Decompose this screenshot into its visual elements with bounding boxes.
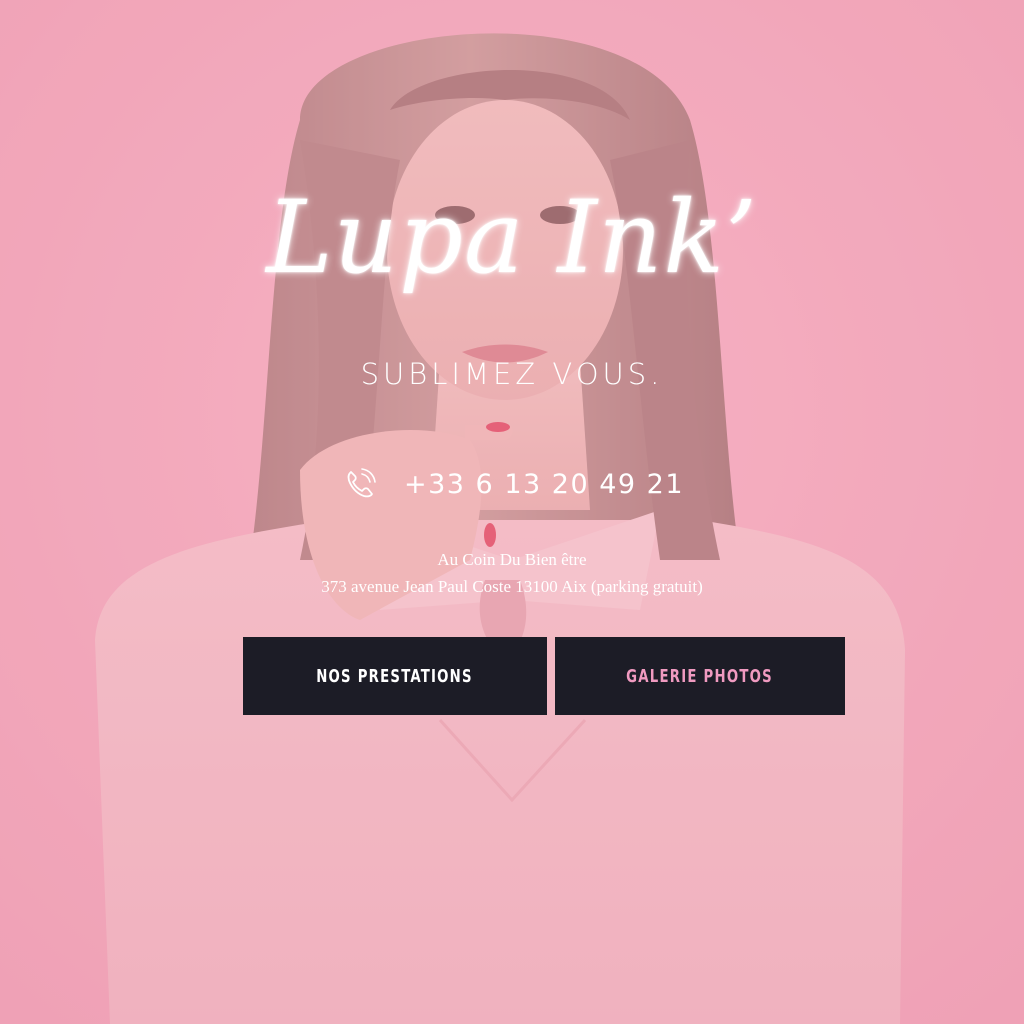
hero-section: Lupa Ink’ SUBLIMEZ VOUS. +33 6 13 20 49 … (0, 0, 1024, 1024)
address-line-2: 373 avenue Jean Paul Coste 13100 Aix (pa… (321, 577, 703, 596)
galerie-photos-button[interactable]: GALERIE PHOTOS (555, 637, 845, 715)
address-line-1: Au Coin Du Bien être (437, 550, 587, 569)
nos-prestations-button[interactable]: NOS PRESTATIONS (243, 637, 547, 715)
nos-prestations-label: NOS PRESTATIONS (316, 665, 474, 687)
address: Au Coin Du Bien être 373 avenue Jean Pau… (0, 546, 1024, 600)
phone-number[interactable]: +33 6 13 20 49 21 (404, 469, 684, 500)
hero-content: Lupa Ink’ SUBLIMEZ VOUS. +33 6 13 20 49 … (0, 0, 1024, 1024)
phone-contact[interactable]: +33 6 13 20 49 21 (0, 462, 1024, 506)
phone-icon (347, 468, 376, 498)
galerie-photos-label: GALERIE PHOTOS (626, 665, 774, 687)
brand-logo: Lupa Ink’ (266, 179, 758, 296)
tagline: SUBLIMEZ VOUS. (360, 357, 664, 391)
